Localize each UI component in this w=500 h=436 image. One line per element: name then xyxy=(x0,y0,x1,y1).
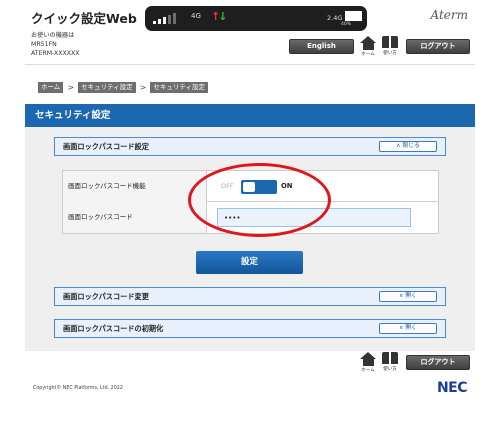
breadcrumb-current: セキュリティ設定 xyxy=(150,82,208,93)
header-divider xyxy=(25,64,475,65)
main-panel xyxy=(25,127,475,351)
switch-off-label: OFF xyxy=(221,182,234,190)
battery-percent: 40% xyxy=(341,22,352,27)
passcode-label: 画面ロックパスコード xyxy=(63,202,207,233)
home-label: ホーム xyxy=(361,52,375,57)
lock-passcode-section-header[interactable]: 画面ロックパスコード設定 ∧ 閉じる xyxy=(54,137,446,156)
device-status-bar: 4G ↑↓ 2.4G 40% xyxy=(145,6,367,31)
section-title: 画面ロックパスコード設定 xyxy=(63,142,149,151)
section-title: 画面ロックパスコードの初期化 xyxy=(63,324,164,333)
footer-logout-button[interactable]: ログアウト xyxy=(406,355,470,370)
breadcrumb-home[interactable]: ホーム xyxy=(38,82,64,93)
english-button[interactable]: English xyxy=(289,39,354,54)
signal-strength-icon xyxy=(153,13,177,24)
passcode-input[interactable] xyxy=(217,208,411,227)
reset-passcode-section-header[interactable]: 画面ロックパスコードの初期化 ∨ 開く xyxy=(54,319,446,338)
device-ssid: ATERM-XXXXXX xyxy=(31,50,80,57)
device-info-line1: お使いの機器は xyxy=(31,32,75,39)
collapse-button[interactable]: ∧ 閉じる xyxy=(379,141,437,152)
data-transfer-icon: ↑↓ xyxy=(211,10,228,23)
help-label: 使い方 xyxy=(383,367,397,372)
device-info: お使いの機器は MR51FN ATERM-XXXXXX xyxy=(31,31,79,58)
lock-function-switch[interactable]: OFF ON xyxy=(221,180,307,194)
nec-logo: NEC xyxy=(436,380,468,396)
network-type: 4G xyxy=(191,12,201,20)
expand-button[interactable]: ∨ 開く xyxy=(379,323,437,334)
lock-settings-form: 画面ロックパスコード機能 OFF ON 画面ロックパスコード xyxy=(62,170,439,234)
header: クイック設定Web お使いの機器は MR51FN ATERM-XXXXXX 4G… xyxy=(0,0,500,70)
switch-knob[interactable] xyxy=(243,182,255,192)
device-model: MR51FN xyxy=(31,41,57,48)
home-button[interactable]: ホーム xyxy=(358,36,378,57)
form-row-function: 画面ロックパスコード機能 OFF ON xyxy=(63,171,438,202)
aterm-logo: Aterm xyxy=(430,8,469,22)
book-icon xyxy=(382,36,398,49)
change-passcode-section-header[interactable]: 画面ロックパスコード変更 ∨ 開く xyxy=(54,287,446,306)
battery-icon xyxy=(345,11,362,21)
home-icon xyxy=(360,352,376,359)
breadcrumb-separator: > xyxy=(139,83,147,92)
app-title: クイック設定Web xyxy=(31,11,137,26)
switch-on-label: ON xyxy=(281,182,293,190)
logout-button[interactable]: ログアウト xyxy=(406,39,470,54)
help-label: 使い方 xyxy=(383,51,397,56)
book-icon xyxy=(382,352,398,365)
home-icon xyxy=(360,36,376,43)
page-title: セキュリティ設定 xyxy=(25,104,475,127)
section-title: 画面ロックパスコード変更 xyxy=(63,292,149,301)
copyright: Copyright© NEC Platforms, Ltd. 2022 xyxy=(33,386,123,391)
breadcrumb: ホーム > セキュリティ設定 > セキュリティ設定 xyxy=(38,82,208,93)
expand-button[interactable]: ∨ 開く xyxy=(379,291,437,302)
wifi-band: 2.4G xyxy=(327,14,343,22)
home-label: ホーム xyxy=(361,368,375,373)
submit-button[interactable]: 設定 xyxy=(196,251,303,274)
footer-home-button[interactable]: ホーム xyxy=(358,352,378,373)
breadcrumb-security[interactable]: セキュリティ設定 xyxy=(78,82,136,93)
function-label: 画面ロックパスコード機能 xyxy=(63,171,207,202)
form-row-passcode: 画面ロックパスコード xyxy=(63,202,438,233)
breadcrumb-separator: > xyxy=(67,83,75,92)
help-button[interactable]: 使い方 xyxy=(380,36,400,56)
footer-help-button[interactable]: 使い方 xyxy=(380,352,400,372)
